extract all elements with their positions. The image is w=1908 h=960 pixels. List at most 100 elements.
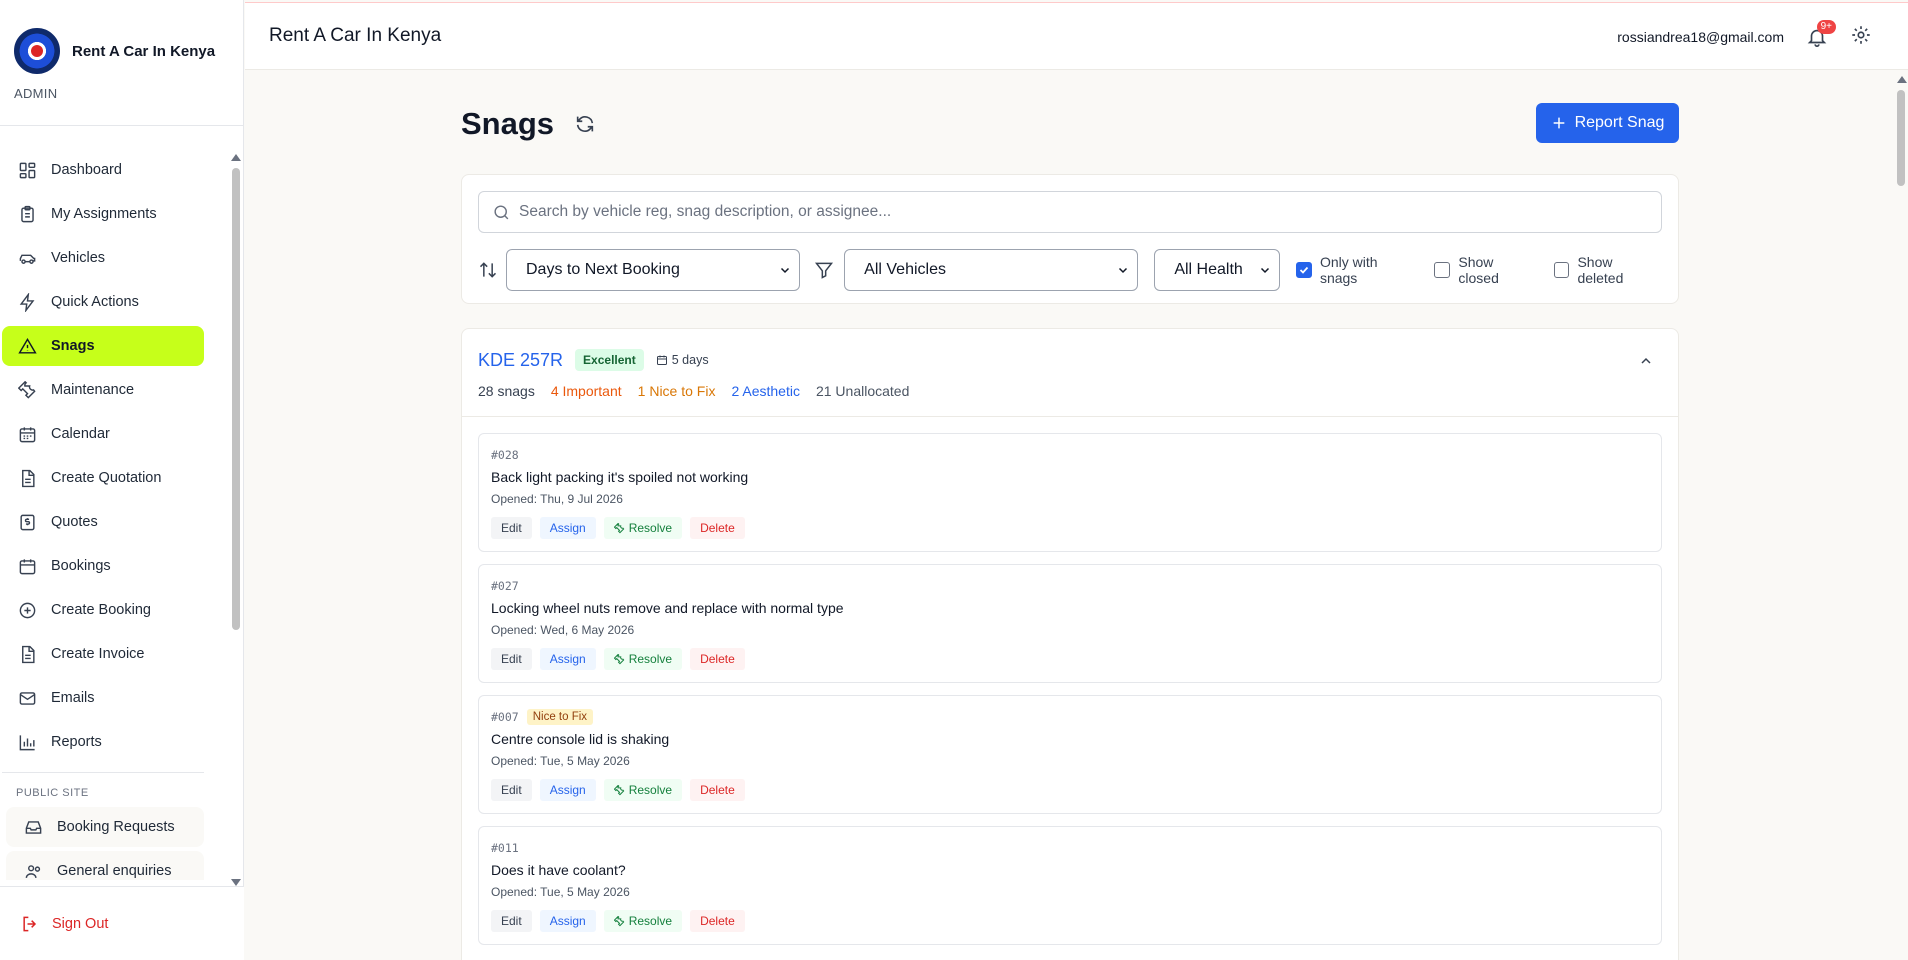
resolve-button[interactable]: Resolve [603,648,683,670]
nice-to-fix-count: 1 Nice to Fix [637,383,716,399]
checkbox-unchecked[interactable] [1553,262,1570,278]
sidebar-item-general-enquiries[interactable]: General enquiries [6,851,204,880]
resolve-button[interactable]: Resolve [603,517,683,539]
assign-button[interactable]: Assign [539,779,596,801]
report-snag-label: Report Snag [1574,114,1665,131]
snag-list: #028 Back light packing it's spoiled not… [462,417,1678,960]
sidebar-item-create-booking[interactable]: Create Booking [2,590,204,630]
page-scrollbar[interactable] [1894,72,1908,960]
sidebar-item-vehicles[interactable]: Vehicles [2,238,204,278]
health-filter-select[interactable]: All Health [1154,249,1280,291]
checkbox-checked[interactable] [1296,262,1312,278]
sidebar-item-my-assignments[interactable]: My Assignments [2,194,204,234]
sidebar-item-create-invoice[interactable]: Create Invoice [2,634,204,674]
assign-button[interactable]: Assign [539,517,596,539]
brand-name: Rent A Car In Kenya [72,42,216,60]
vehicle-filter-select[interactable]: All Vehicles [844,249,1139,291]
brand: Rent A Car In Kenya ADMIN [0,0,243,126]
plus-circle-icon [19,602,36,618]
important-count: 4 Important [550,383,622,399]
snag-id: #028 [491,448,519,462]
logout-icon [23,916,37,931]
bar-chart-icon [19,734,35,750]
show-closed-label: Show closed [1458,254,1499,286]
resolve-button[interactable]: Resolve [603,779,683,801]
calendar-icon [656,355,667,365]
collapse-button[interactable] [1638,353,1654,369]
resolve-button[interactable]: Resolve [603,910,683,932]
snag-card: #007 Nice to Fix Centre console lid is s… [478,695,1662,814]
resolve-label: Resolve [628,783,673,797]
delete-button[interactable]: Delete [690,779,745,801]
wrench-icon [613,522,625,533]
only-with-snags-checkbox[interactable]: Only with snags [1296,254,1418,286]
assign-button[interactable]: Assign [539,648,596,670]
sidebar-item-snags[interactable]: Snags [2,326,204,366]
edit-button[interactable]: Edit [491,910,532,932]
snag-opened-date: Opened: Wed, 6 May 2026 [491,623,635,637]
scrollbar-thumb[interactable] [232,168,240,630]
delete-button[interactable]: Delete [690,910,745,932]
scroll-down-arrow-icon[interactable] [231,879,241,886]
show-deleted-checkbox[interactable]: Show deleted [1553,254,1663,286]
assign-button[interactable]: Assign [539,910,596,932]
nav-divider [2,772,204,773]
warning-icon [18,337,37,354]
sidebar-item-quotes[interactable]: Quotes [2,502,204,542]
snag-opened-date: Opened: Thu, 9 Jul 2026 [491,492,623,506]
page-scrollbar-thumb[interactable] [1897,90,1905,186]
sort-select-value: Days to Next Booking [526,261,680,278]
sidebar-item-label: Quick Actions [51,294,139,310]
sidebar-scrollbar[interactable] [230,152,242,886]
car-icon [19,254,36,264]
filter-panel: Days to Next Booking All Vehicles All He… [461,174,1679,304]
company-logo [14,28,60,74]
show-closed-checkbox[interactable]: Show closed [1434,254,1537,286]
vehicle-reg-link[interactable]: KDE 257R [478,350,563,371]
sort-select[interactable]: Days to Next Booking [506,249,801,291]
delete-button[interactable]: Delete [690,648,745,670]
search-icon [494,205,509,220]
checkbox-unchecked[interactable] [1434,262,1451,278]
snag-description: Does it have coolant? [491,862,626,878]
sidebar-item-emails[interactable]: Emails [2,678,204,718]
snag-id: #027 [491,579,519,593]
mail-icon [19,691,36,705]
sidebar-item-reports[interactable]: Reports [2,722,204,762]
calendar-icon [19,426,36,442]
scroll-up-arrow-icon[interactable] [231,154,241,161]
main-content: Snags Report Snag Days to Next Booking [461,100,1679,960]
refresh-button[interactable] [574,113,596,135]
days-to-booking: 5 days [656,353,709,367]
sidebar-item-booking-requests[interactable]: Booking Requests [6,807,204,847]
scroll-up-arrow-icon[interactable] [1897,76,1907,83]
delete-button[interactable]: Delete [690,517,745,539]
edit-button[interactable]: Edit [491,648,532,670]
sidebar-item-bookings[interactable]: Bookings [2,546,204,586]
user-role: ADMIN [14,86,58,101]
sidebar-item-quick-actions[interactable]: Quick Actions [2,282,204,322]
report-snag-button[interactable]: Report Snag [1536,103,1679,143]
sign-out-label: Sign Out [52,915,109,932]
notifications-button[interactable]: 9+ [1806,20,1836,48]
snag-card: #028 Back light packing it's spoiled not… [478,433,1662,552]
sidebar-item-label: My Assignments [51,206,157,222]
sidebar-item-maintenance[interactable]: Maintenance [2,370,204,410]
settings-button[interactable] [1850,24,1872,51]
user-email[interactable]: rossiandrea18@gmail.com [1617,29,1784,45]
health-badge: Excellent [575,349,644,371]
days-value: 5 days [671,353,709,367]
search-input[interactable] [519,203,1661,221]
sidebar-item-create-quotation[interactable]: Create Quotation [2,458,204,498]
sidebar: Rent A Car In Kenya ADMIN Dashboard My A… [0,0,244,960]
sidebar-item-dashboard[interactable]: Dashboard [2,150,204,190]
sign-out-button[interactable]: Sign Out [0,886,244,960]
edit-button[interactable]: Edit [491,779,532,801]
sidebar-item-label: Reports [51,734,102,750]
nav-section-title: PUBLIC SITE [16,787,89,799]
search-box[interactable] [478,191,1662,233]
header-title: Rent A Car In Kenya [269,25,442,46]
vehicle-header[interactable]: KDE 257R Excellent 5 days 28 snags 4 Imp… [462,329,1678,417]
edit-button[interactable]: Edit [491,517,532,539]
sidebar-item-calendar[interactable]: Calendar [2,414,204,454]
